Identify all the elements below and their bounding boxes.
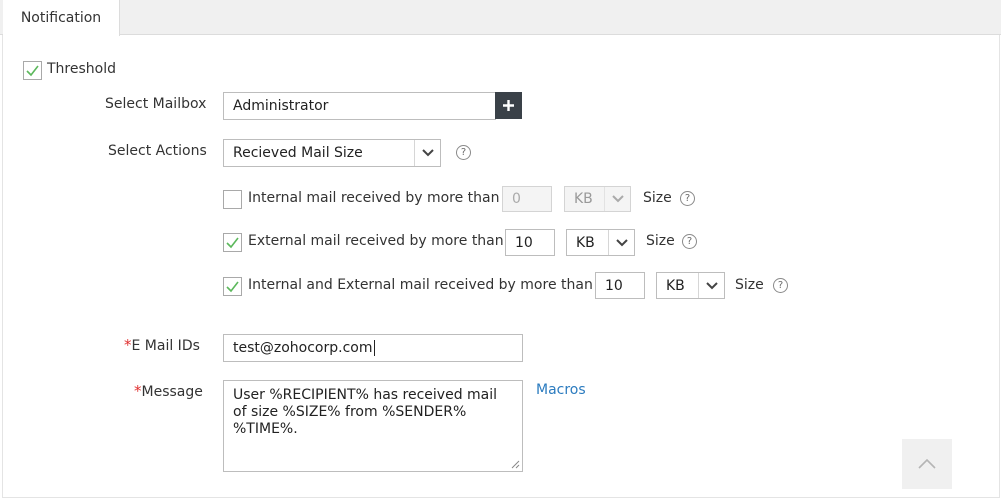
chevron-down-icon [604, 187, 630, 211]
actions-select-value: Recieved Mail Size [233, 145, 363, 161]
required-mark: * [134, 382, 142, 400]
message-value: User %RECIPIENT% has received mail of si… [233, 387, 498, 437]
scroll-to-top-button[interactable] [902, 439, 952, 489]
internal-external-mail-size-input[interactable]: 10 [595, 272, 645, 299]
actions-select[interactable]: Recieved Mail Size [223, 139, 441, 167]
chevron-down-icon [414, 140, 440, 166]
message-textarea[interactable]: User %RECIPIENT% has received mail of si… [223, 380, 523, 472]
internal-mail-size-input[interactable]: 0 [502, 186, 552, 212]
tab-notification-label: Notification [20, 10, 102, 26]
external-mail-unit-value: KB [576, 234, 595, 251]
select-actions-label: Select Actions [108, 143, 207, 159]
internal-mail-label: Internal mail received by more than [248, 190, 500, 206]
external-mail-checkbox[interactable] [223, 233, 242, 252]
external-mail-label: External mail received by more than [248, 233, 504, 249]
threshold-checkbox[interactable] [23, 61, 42, 80]
chevron-down-icon [608, 230, 634, 255]
threshold-label: Threshold [47, 61, 116, 77]
message-label: *Message [134, 382, 203, 401]
email-ids-label: *E Mail IDs [124, 336, 200, 355]
internal-external-mail-checkbox[interactable] [223, 277, 242, 296]
chevron-up-icon [918, 459, 936, 469]
mailbox-input[interactable]: Administrator [223, 92, 496, 120]
internal-external-mail-size-label: Size [735, 277, 764, 293]
internal-external-mail-unit-value: KB [666, 277, 685, 294]
internal-external-mail-label: Internal and External mail received by m… [248, 277, 593, 293]
resize-handle-icon[interactable] [510, 459, 520, 469]
help-icon[interactable]: ? [456, 145, 471, 160]
chevron-down-icon [698, 273, 724, 298]
help-icon[interactable]: ? [682, 234, 697, 249]
internal-mail-size-label: Size [643, 190, 672, 206]
checkmark-icon [26, 65, 39, 77]
help-icon[interactable]: ? [680, 191, 695, 206]
email-ids-input[interactable]: test@zohocorp.com [223, 334, 523, 362]
checkmark-icon [226, 237, 239, 249]
external-mail-size-input[interactable]: 10 [505, 229, 555, 256]
select-mailbox-label: Select Mailbox [105, 96, 207, 112]
help-icon[interactable]: ? [773, 278, 788, 293]
mailbox-value: Administrator [233, 98, 329, 114]
message-label-text: Message [141, 384, 203, 400]
add-mailbox-button[interactable] [495, 92, 522, 119]
plus-icon [503, 100, 514, 111]
text-cursor [373, 340, 375, 356]
internal-mail-unit-select[interactable]: KB [564, 186, 631, 212]
internal-mail-size-value: 0 [512, 191, 521, 207]
checkmark-icon [226, 281, 239, 293]
external-mail-size-value: 10 [515, 234, 533, 251]
email-ids-value: test@zohocorp.com [233, 340, 373, 356]
external-mail-size-label: Size [646, 233, 675, 249]
internal-mail-checkbox[interactable] [223, 190, 242, 209]
macros-link[interactable]: Macros [536, 382, 586, 398]
internal-external-mail-size-value: 10 [605, 277, 623, 294]
tab-bar: Notification [0, 0, 1001, 36]
internal-external-mail-unit-select[interactable]: KB [656, 272, 725, 299]
internal-mail-unit-value: KB [574, 191, 593, 207]
email-ids-label-text: E Mail IDs [131, 338, 200, 354]
required-mark: * [124, 336, 132, 354]
tab-notification[interactable]: Notification [3, 0, 120, 36]
external-mail-unit-select[interactable]: KB [566, 229, 635, 256]
